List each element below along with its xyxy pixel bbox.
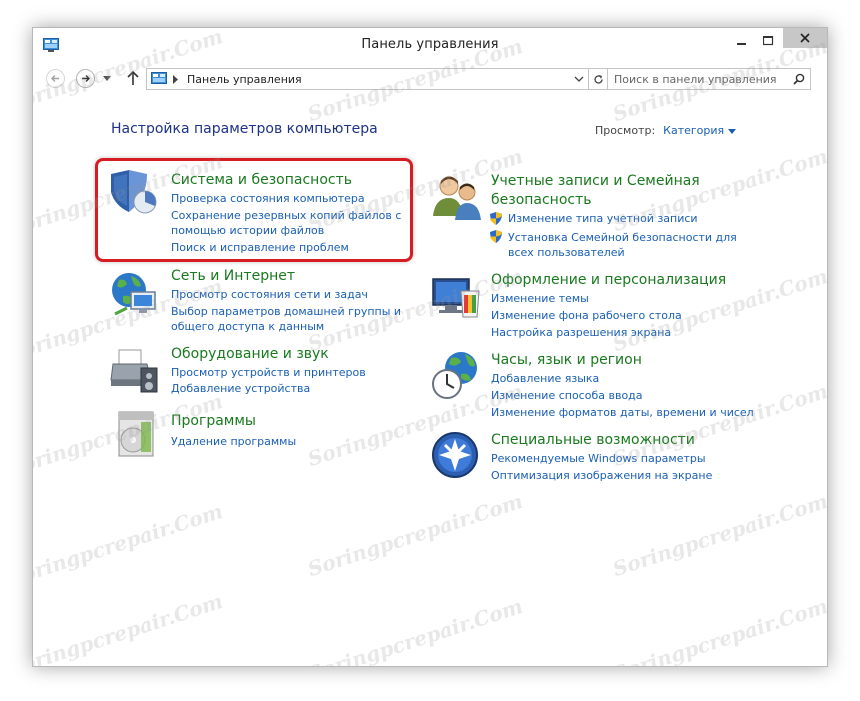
window-title: Панель управления [361,37,499,52]
link-family-safety-cont[interactable]: всех пользователей [508,245,625,260]
search-icon[interactable] [793,73,805,85]
link-devices-printers[interactable]: Просмотр устройств и принтеров [171,365,366,380]
back-button[interactable] [46,69,65,88]
arrow-right-icon [82,75,90,82]
arrow-left-icon [51,75,59,82]
chevron-down-icon[interactable] [728,128,737,134]
watermark: Soringpcrepair.Com [304,488,526,582]
up-arrow-icon[interactable] [126,70,140,86]
maximize-icon [763,36,774,46]
link-family-safety[interactable]: Установка Семейной безопасности для [508,230,737,245]
close-icon [800,33,810,43]
category-title-programs[interactable]: Программы [171,412,256,430]
shield-icon [111,170,157,214]
uac-shield-icon [490,212,502,225]
network-globe-icon [112,273,156,316]
forward-button[interactable] [76,69,95,88]
search-box[interactable] [607,68,811,90]
minimize-icon [737,43,746,45]
watermark: Soringpcrepair.Com [609,488,828,582]
address-bar[interactable]: Панель управления [146,68,589,90]
link-change-theme[interactable]: Изменение темы [491,291,589,306]
control-panel-window: Панель управления Панель управления Поис… [32,27,828,667]
programs-icon [118,411,154,457]
link-add-device[interactable]: Добавление устройства [171,381,310,396]
category-title-clock-region[interactable]: Часы, язык и регион [491,351,642,369]
category-title-hardware-sound[interactable]: Оборудование и звук [171,345,329,363]
link-file-history-backup[interactable]: Сохранение резервных копий файлов с [171,208,401,223]
link-check-computer-status[interactable]: Проверка состояния компьютера [171,191,365,206]
link-file-history-backup-cont[interactable]: помощью истории файлов [171,223,324,238]
category-title-ease-of-access[interactable]: Специальные возможности [491,431,695,449]
refresh-icon [594,75,603,84]
personalization-icon [432,278,480,318]
link-homegroup[interactable]: Выбор параметров домашней группы и [171,304,401,319]
category-title-personalization[interactable]: Оформление и персонализация [491,271,726,289]
link-change-input-method[interactable]: Изменение способа ввода [491,388,643,403]
close-button[interactable] [783,28,827,48]
navigation-bar: Панель управления [33,64,827,94]
search-input[interactable] [614,71,784,87]
printer-icon [110,349,158,393]
category-title-system-security[interactable]: Система и безопасность [171,171,352,189]
view-selector: Просмотр: Категория [595,124,737,137]
ease-of-access-icon [432,432,478,478]
link-change-account-type[interactable]: Изменение типа учетной записи [508,211,698,226]
link-change-date-formats[interactable]: Изменение форматов даты, времени и чисел [491,405,754,420]
link-screen-resolution[interactable]: Настройка разрешения экрана [491,325,671,340]
link-homegroup-cont[interactable]: общего доступа к данным [171,319,324,334]
uac-shield-icon [490,230,502,243]
category-title-user-accounts-cont[interactable]: безопасность [491,191,592,209]
chevron-down-icon[interactable] [574,74,584,84]
link-uninstall-program[interactable]: Удаление программы [171,434,296,449]
clock-globe-icon [432,352,477,399]
link-optimize-display[interactable]: Оптимизация изображения на экране [491,468,712,483]
view-label: Просмотр: [595,124,656,137]
title-bar[interactable]: Панель управления [33,28,827,62]
link-recommended-settings[interactable]: Рекомендуемые Windows параметры [491,451,706,466]
control-panel-icon [151,72,167,84]
watermark: Soringpcrepair.Com [304,593,526,667]
link-change-desktop-background[interactable]: Изменение фона рабочего стола [491,308,682,323]
watermark: Soringpcrepair.Com [609,593,828,667]
recent-locations-dropdown-icon[interactable] [103,76,111,82]
watermark: Soringpcrepair.Com [32,498,226,592]
watermark: Soringpcrepair.Com [32,588,226,667]
link-network-status[interactable]: Просмотр состояния сети и задач [171,287,368,302]
users-icon [433,176,481,220]
view-mode-dropdown[interactable]: Категория [663,124,724,137]
maximize-button[interactable] [755,34,781,50]
link-add-language[interactable]: Добавление языка [491,371,599,386]
link-troubleshoot[interactable]: Поиск и исправление проблем [171,240,349,255]
category-title-user-accounts[interactable]: Учетные записи и Семейная [491,172,700,190]
breadcrumb-chevron-icon[interactable] [173,75,179,84]
category-title-network[interactable]: Сеть и Интернет [171,267,295,285]
breadcrumb-control-panel[interactable]: Панель управления [187,73,302,86]
minimize-button[interactable] [729,34,755,50]
page-title: Настройка параметров компьютера [111,121,378,137]
